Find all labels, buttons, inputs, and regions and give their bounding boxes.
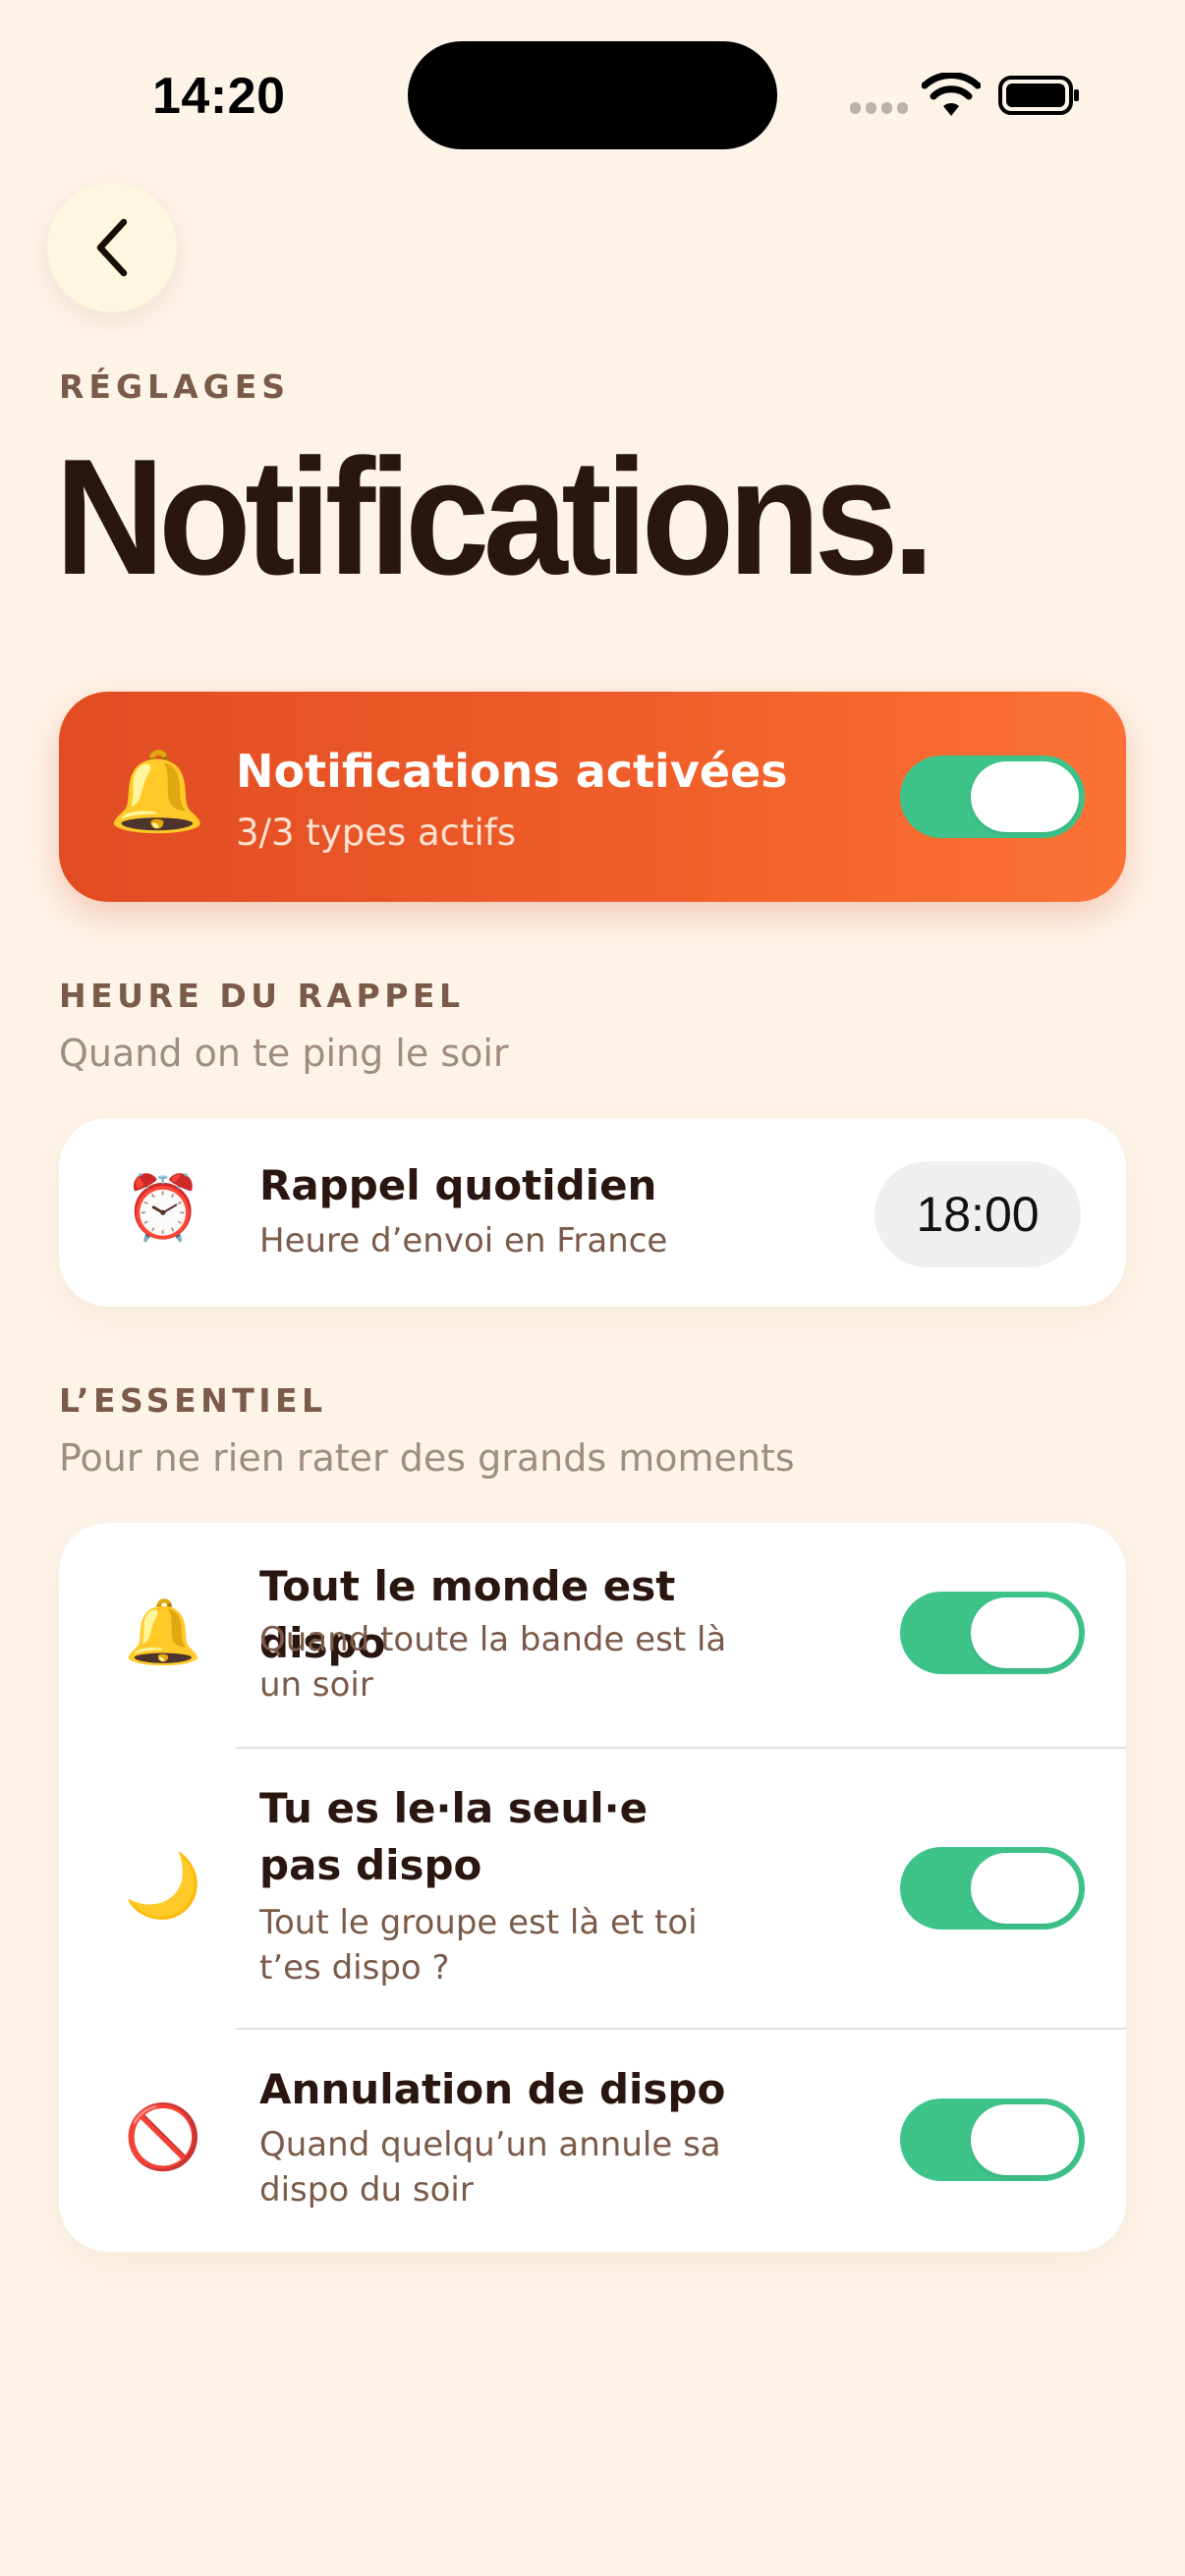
notifications-master-card: 🔔 Notifications activées 3/3 types actif… (59, 692, 1126, 902)
row-title-availability-cancelled: Annulation de dispo (259, 2065, 726, 2113)
page-title: Notifications. (55, 424, 934, 609)
essential-section-title: L’ESSENTIEL (59, 1381, 327, 1420)
notifications-screen: 14:20 RÉGLAGES Notifications. 🔔 Notifica… (0, 0, 1185, 2576)
chevron-left-icon (96, 218, 128, 277)
crescent-moon-icon: 🌙 (124, 1850, 202, 1923)
toggle-knob (971, 2104, 1079, 2175)
row-divider (236, 1747, 1126, 1749)
no-entry-icon: 🚫 (124, 2101, 202, 2174)
everyone-available-toggle[interactable] (900, 1592, 1085, 1674)
master-subtitle: 3/3 types actifs (236, 812, 517, 854)
wifi-icon (922, 73, 981, 116)
alarm-clock-icon: ⏰ (124, 1172, 202, 1245)
row-description-everyone-available: Quand toute la bande est là un soir (259, 1620, 727, 1705)
toggle-knob (971, 1853, 1079, 1924)
battery-icon (998, 76, 1079, 115)
back-button[interactable] (47, 183, 177, 312)
row-title-only-one-unavailable: Tu es le·la seul·e pas dispo (259, 1784, 649, 1889)
row-divider (236, 2028, 1126, 2030)
page-eyebrow: RÉGLAGES (59, 367, 291, 406)
cellular-signal-icon (850, 102, 909, 116)
row-description-only-one-unavailable: Tout le groupe est là et toi t’es dispo … (259, 1903, 698, 1988)
daily-reminder-title: Rappel quotidien (259, 1161, 657, 1209)
status-time: 14:20 (152, 68, 286, 125)
bell-icon: 🔔 (124, 1596, 202, 1669)
bell-icon: 🔔 (108, 746, 206, 837)
daily-reminder-description: Heure d’envoi en France (259, 1221, 668, 1260)
reminder-time-picker[interactable]: 18:00 (875, 1161, 1081, 1267)
reminder-section-subtitle: Quand on te ping le soir (59, 1032, 509, 1075)
daily-reminder-card: ⏰ Rappel quotidien Heure d’envoi en Fran… (59, 1118, 1126, 1307)
row-description-availability-cancelled: Quand quelqu’un annule sa dispo du soir (259, 2125, 721, 2210)
availability-cancelled-toggle[interactable] (900, 2099, 1085, 2181)
reminder-section-title: HEURE DU RAPPEL (59, 977, 465, 1015)
dynamic-island (408, 41, 777, 149)
essential-notifications-card: 🔔 Tout le monde est dispo Quand toute la… (59, 1523, 1126, 2252)
essential-section-subtitle: Pour ne rien rater des grands moments (59, 1436, 795, 1480)
only-one-unavailable-toggle[interactable] (900, 1847, 1085, 1930)
master-notifications-toggle[interactable] (900, 756, 1085, 838)
master-title: Notifications activées (236, 745, 788, 798)
toggle-knob (971, 1597, 1079, 1668)
toggle-knob (971, 761, 1079, 832)
